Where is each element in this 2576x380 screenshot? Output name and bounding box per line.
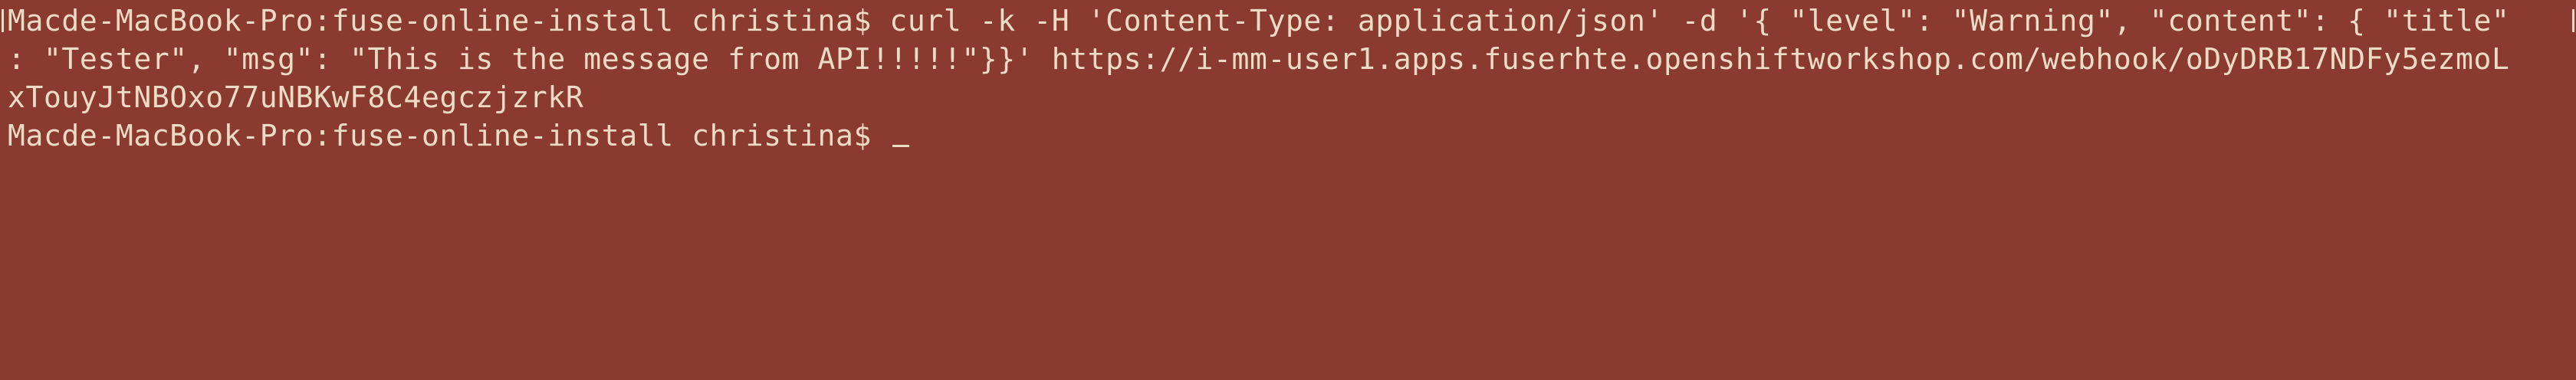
scroll-marker-right xyxy=(2572,9,2574,32)
terminal-prompt-line[interactable]: Macde-MacBook-Pro:fuse-online-install ch… xyxy=(8,116,910,155)
scroll-marker-left xyxy=(2,9,4,32)
text-cursor xyxy=(892,145,910,147)
terminal-window[interactable]: Macde-MacBook-Pro:fuse-online-install ch… xyxy=(0,0,2576,380)
terminal-line-3: xTouyJtNBOxo77uNBKwF8C4egczjzrkR xyxy=(8,80,584,114)
terminal-line-1: Macde-MacBook-Pro:fuse-online-install ch… xyxy=(8,4,2510,38)
terminal-line-2: : "Tester", "msg": "This is the message … xyxy=(8,42,2510,76)
prompt-text: Macde-MacBook-Pro:fuse-online-install ch… xyxy=(8,119,890,152)
